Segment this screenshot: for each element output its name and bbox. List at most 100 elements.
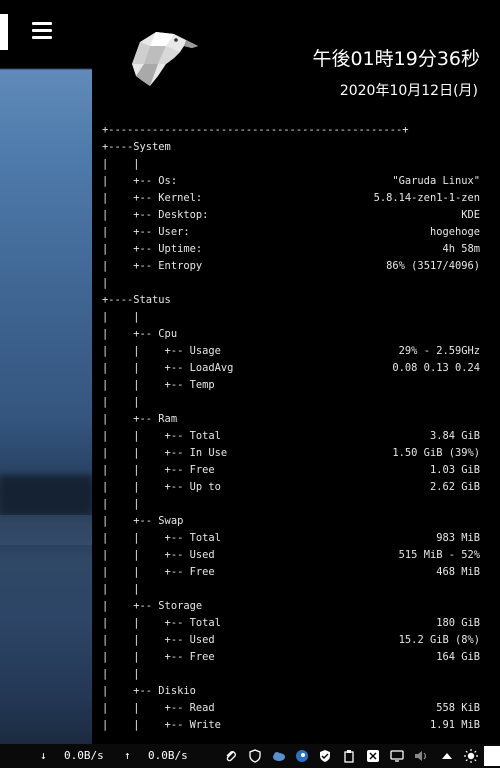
tree-row-value: 0.08 0.13 0.24 <box>392 362 480 374</box>
tree-row: | | <box>102 156 480 173</box>
tree-row-label: | | +-- Total <box>102 617 221 629</box>
volume-icon[interactable] <box>414 749 428 763</box>
tree-row-label: | | +-- Free <box>102 566 215 578</box>
tree-row: | | +-- In Use 1.50 GiB (39%) <box>102 445 480 462</box>
tree-row: | | +-- Total 983 MiB <box>102 530 480 547</box>
tree-border: +---------------------------------------… <box>102 122 480 139</box>
tree-row: | | <box>102 666 480 683</box>
tree-row-label: | | +-- Usage <box>102 345 221 357</box>
tree-row-value: 4h 58m <box>442 243 480 255</box>
shield-icon[interactable] <box>248 749 262 763</box>
tree-row: +----System <box>102 139 480 156</box>
tree-row-label: | +-- Desktop: <box>102 209 209 221</box>
tree-row: | | <box>102 309 480 326</box>
tree-row: | <box>102 275 480 292</box>
tree-row-value: 1.50 GiB (39%) <box>392 447 480 459</box>
tree-row: | +-- Diskio <box>102 683 480 700</box>
tree-row: | +-- Kernel: 5.8.14-zen1-1-zen <box>102 190 480 207</box>
app-tile[interactable] <box>0 14 8 50</box>
tree-row-label: | +-- Storage <box>102 600 203 612</box>
tree-row-label: | | <box>102 498 140 510</box>
tree-row: | | <box>102 394 480 411</box>
shield-check-icon[interactable] <box>318 749 332 763</box>
tree-row-label: | | <box>102 158 140 170</box>
tree-row-label: | | <box>102 583 140 595</box>
tree-row-value: 15.2 GiB (8%) <box>398 634 480 646</box>
tree-row-value: hogehoge <box>429 226 480 238</box>
clock-date: 2020年10月12日(月) <box>339 83 478 99</box>
tree-row: | | +-- Used 515 MiB - 52% <box>102 547 480 564</box>
tree-row: | | <box>102 496 480 513</box>
upload-rate: 0.0B/s <box>148 749 188 762</box>
tree-row: | | +-- Used 15.2 GiB (8%) <box>102 632 480 649</box>
tree-row-value: 1.03 GiB <box>429 464 480 476</box>
tree-row: | | +-- Usage 29% - 2.59GHz <box>102 343 480 360</box>
tree-row: | +-- Entropy 86% (3517/4096) <box>102 258 480 275</box>
tree-row: | +-- Os: "Garuda Linux" <box>102 173 480 190</box>
tree-row-value: 983 MiB <box>436 532 480 544</box>
tree-row: +----Status <box>102 292 480 309</box>
tree-row-label: | | +-- Total <box>102 430 221 442</box>
tree-row-label: | | +-- Temp <box>102 379 215 391</box>
tree-row-label: | | +-- Total <box>102 532 221 544</box>
tree-row: | | +-- Temp <box>102 377 480 394</box>
tree-border-text: +---------------------------------------… <box>102 124 409 136</box>
tree-row-label: | +-- Uptime: <box>102 243 203 255</box>
brightness-icon[interactable] <box>464 749 478 763</box>
clock-time: 午後01時19分36秒 <box>312 48 480 70</box>
tree-row-label: +----Status <box>102 294 171 306</box>
tree-row-label: | | <box>102 668 140 680</box>
tree-row: | | +-- Free 164 GiB <box>102 649 480 666</box>
paperclip-icon[interactable] <box>224 749 238 763</box>
tree-row-value: 29% - 2.59GHz <box>398 345 480 357</box>
tree-row: | +-- Uptime: 4h 58m <box>102 241 480 258</box>
tree-row-label: | | +-- Up to <box>102 481 221 493</box>
network-icon[interactable] <box>366 749 380 763</box>
upload-arrow-icon: ↑ <box>124 749 131 762</box>
tree-row-label: | | +-- Used <box>102 634 215 646</box>
tree-row-value: 1.91 MiB <box>429 719 480 731</box>
tree-row-value: 180 GiB <box>436 617 480 629</box>
tree-row: | | +-- Read 558 KiB <box>102 700 480 717</box>
tree-row: | | +-- LoadAvg 0.08 0.13 0.24 <box>102 360 480 377</box>
download-rate: 0.0B/s <box>64 749 104 762</box>
tree-row: | | <box>102 581 480 598</box>
tree-row-value: 468 MiB <box>436 566 480 578</box>
system-monitor-panel: 午後01時19分36秒 2020年10月12日(月) +------------… <box>92 0 500 744</box>
show-desktop-button[interactable] <box>484 746 500 766</box>
tree-row-value: 164 GiB <box>436 651 480 663</box>
hamburger-menu-icon[interactable] <box>32 22 52 40</box>
taskbar: ↓ 0.0B/s ↑ 0.0B/s <box>0 744 500 768</box>
tree-row-label: | | <box>102 396 140 408</box>
tree-row-label: | | +-- In Use <box>102 447 228 459</box>
tree-row-label: | | +-- Read <box>102 702 215 714</box>
tree-row-value: 2.62 GiB <box>429 481 480 493</box>
monitor-icon[interactable] <box>390 749 404 763</box>
tree-row: | | +-- Free 468 MiB <box>102 564 480 581</box>
download-arrow-icon: ↓ <box>40 749 47 762</box>
tree-row: | | +-- Up to 2.62 GiB <box>102 479 480 496</box>
tree-row-label: | | +-- Free <box>102 464 215 476</box>
tree-row: | | +-- Write 1.91 MiB <box>102 717 480 734</box>
tree-row: | +-- Storage <box>102 598 480 615</box>
tree-row-label: | | +-- Free <box>102 651 215 663</box>
tree-row-label: | | +-- Write <box>102 719 221 731</box>
tree-row-value: KDE <box>461 209 480 221</box>
steam-icon[interactable] <box>295 749 309 763</box>
tree-row-label: | <box>102 277 109 289</box>
chevron-up-icon[interactable] <box>440 749 454 763</box>
tree-row: | +-- Desktop: KDE <box>102 207 480 224</box>
tree-row-value: 558 KiB <box>436 702 480 714</box>
tree-row-label: | +-- Kernel: <box>102 192 203 204</box>
tree-row: | | +-- Total 180 GiB <box>102 615 480 632</box>
tree-row: | +-- Ram <box>102 411 480 428</box>
tree-row: | | +-- Free 1.03 GiB <box>102 462 480 479</box>
tree-row: | +-- Swap <box>102 513 480 530</box>
cloud-icon[interactable] <box>272 749 286 763</box>
tree-row-value: "Garuda Linux" <box>392 175 480 187</box>
tree-row-value: 5.8.14-zen1-1-zen <box>373 192 480 204</box>
eagle-logo <box>132 32 198 86</box>
tree-row-value: 3.84 GiB <box>429 430 480 442</box>
tree-row-label: | +-- Ram <box>102 413 178 425</box>
clipboard-icon[interactable] <box>342 749 356 763</box>
